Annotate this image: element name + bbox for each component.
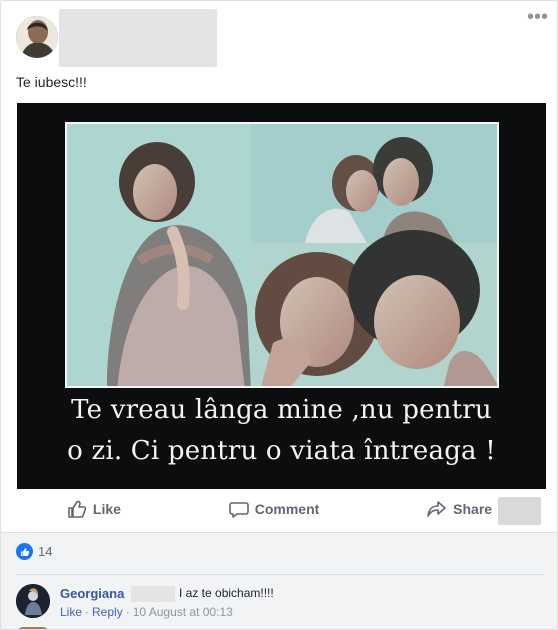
comment-like-link[interactable]: Like	[60, 605, 82, 619]
post-image[interactable]: Te vreau lânga mine ,nu pentru o zi. Ci …	[17, 103, 546, 489]
comment-text: I az te obicham!!!!	[179, 586, 274, 600]
share-button-label: Share	[453, 501, 493, 517]
meta-separator: ·	[85, 605, 90, 619]
like-button-label: Like	[92, 501, 121, 517]
more-options-icon[interactable]: •••	[527, 7, 548, 31]
meta-separator: ·	[125, 605, 130, 619]
share-button[interactable]: Share	[407, 499, 512, 519]
comment-button[interactable]: Comment	[209, 499, 340, 519]
image-caption-line-1: Te vreau lânga mine ,nu pentru	[71, 395, 492, 425]
romantic-photo-collage	[65, 122, 499, 388]
reaction-count[interactable]: 14	[16, 543, 52, 560]
comment-author-link[interactable]: Georgiana	[60, 586, 124, 601]
share-arrow-icon	[427, 501, 446, 517]
comment-bubble-icon	[228, 502, 249, 518]
like-button[interactable]: Like	[47, 499, 141, 519]
post-actions-bar: Like Comment Share	[13, 493, 546, 525]
profile-avatar[interactable]	[16, 16, 58, 58]
comments-divider	[16, 574, 544, 575]
commenter-avatar[interactable]	[16, 584, 50, 618]
blurred-author-name	[131, 586, 175, 602]
image-caption-line-2: o zi. Ci pentru o viata întreaga !	[67, 436, 496, 466]
like-reaction-icon	[16, 543, 33, 560]
blurred-share-option	[498, 497, 541, 525]
thumbs-up-icon	[68, 500, 87, 518]
facebook-post-card: ••• Te iubesc!!! Te vreau lânga mine ,nu…	[0, 0, 558, 630]
blurred-profile-name	[59, 9, 217, 67]
reaction-count-text: 14	[38, 544, 53, 559]
comment-reply-link[interactable]: Reply	[92, 605, 123, 619]
reactions-and-comments-area: 14 Georgiana I az te obicham!!!! Like · …	[1, 532, 557, 629]
comment-meta: Like · Reply · 10 August at 00:13	[60, 605, 233, 619]
comment-timestamp[interactable]: 10 August at 00:13	[133, 605, 233, 619]
post-text: Te iubesc!!!	[16, 74, 87, 90]
comment-button-label: Comment	[254, 501, 320, 517]
